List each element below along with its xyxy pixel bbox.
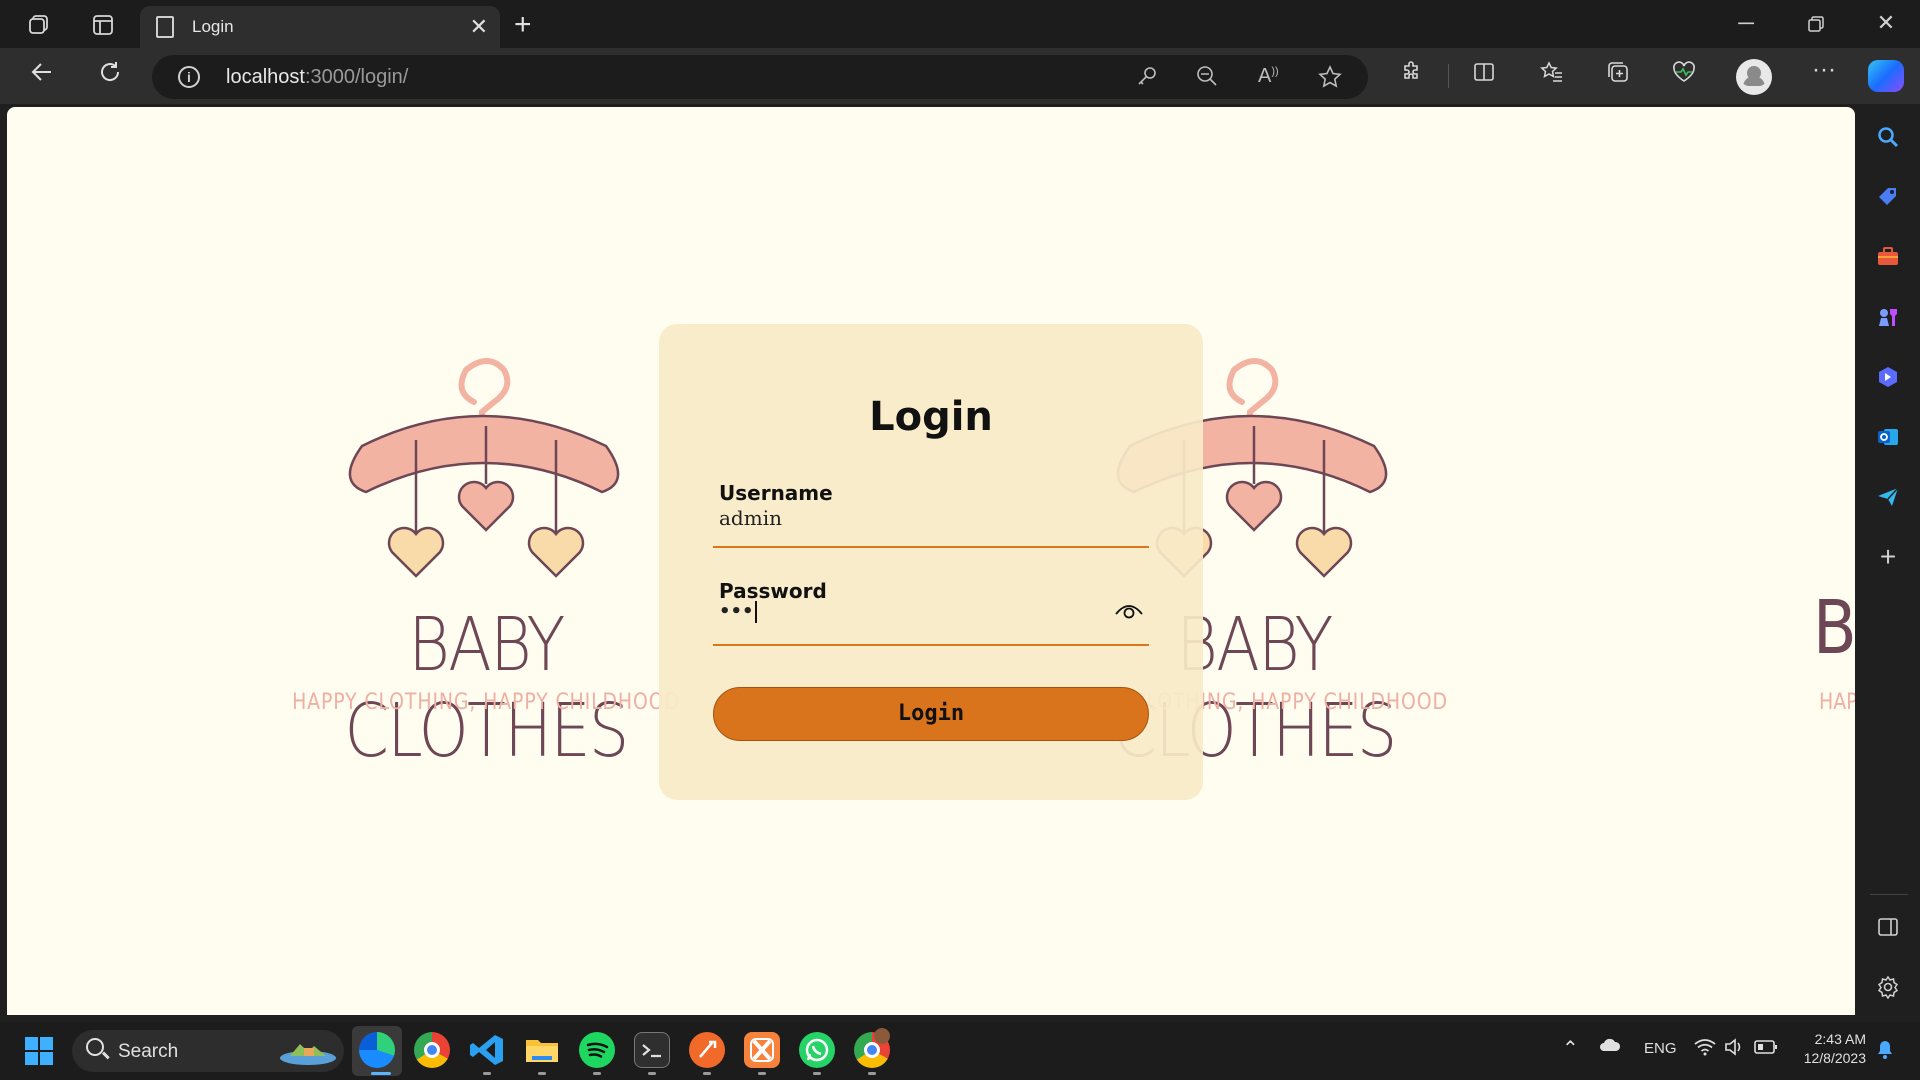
toolbar-divider — [1448, 64, 1449, 88]
password-underline — [713, 644, 1149, 646]
vertical-tabs-icon[interactable] — [90, 12, 116, 38]
workspaces-icon[interactable] — [26, 12, 52, 38]
extensions-icon[interactable] — [1396, 60, 1428, 90]
back-icon[interactable] — [24, 58, 60, 94]
url-text[interactable]: localhost:3000/login/ — [226, 66, 408, 89]
restore-icon[interactable] — [1796, 12, 1836, 38]
search-label: Search — [118, 1041, 179, 1062]
split-screen-icon[interactable] — [1468, 60, 1500, 90]
favorite-star-icon[interactable] — [1318, 65, 1342, 95]
postman-app-icon[interactable] — [689, 1032, 725, 1068]
windows-start-icon[interactable] — [24, 1036, 54, 1071]
username-underline — [713, 546, 1149, 548]
site-info-icon[interactable]: i — [178, 66, 200, 88]
password-input[interactable]: ••• — [719, 601, 757, 623]
collections-icon[interactable] — [1602, 60, 1634, 90]
page-icon — [156, 16, 174, 38]
volume-icon[interactable] — [1724, 1038, 1744, 1060]
close-tab-icon[interactable]: ✕ — [470, 14, 488, 40]
explorer-indicator — [538, 1072, 546, 1075]
close-window-icon[interactable]: ✕ — [1866, 10, 1906, 36]
edge-sidebar: + — [1858, 107, 1920, 1015]
vscode-app-icon[interactable] — [469, 1032, 505, 1068]
profile-avatar[interactable] — [1736, 59, 1772, 95]
read-aloud-icon[interactable]: A)) — [1258, 65, 1279, 88]
windows-taskbar: Search ⌃ ENG 2:43 AM 12/8/2023 — [0, 1022, 1920, 1080]
password-key-icon[interactable] — [1136, 65, 1158, 93]
language-indicator[interactable]: ENG — [1644, 1040, 1677, 1057]
new-tab-button[interactable]: + — [514, 8, 532, 42]
password-mask: ••• — [719, 601, 754, 622]
tray-overflow-icon[interactable]: ⌃ — [1562, 1036, 1579, 1061]
settings-gear-icon[interactable] — [1872, 971, 1904, 1003]
minimize-icon[interactable]: ─ — [1726, 10, 1766, 36]
browser-toolbar: i localhost:3000/login/ A)) ··· — [0, 48, 1920, 104]
zoom-out-icon[interactable] — [1196, 65, 1218, 93]
copilot-sidebar-icon[interactable] — [1872, 361, 1904, 393]
login-card: Login Username admin Password ••• Login — [659, 324, 1203, 800]
chrome-profile-app-icon[interactable] — [854, 1028, 890, 1068]
terminal-app-icon[interactable] — [634, 1032, 670, 1068]
onedrive-icon[interactable] — [1598, 1037, 1622, 1057]
username-input[interactable]: admin — [719, 506, 782, 530]
clock-time: 2:43 AM — [1814, 1031, 1866, 1047]
brand-tagline: HAPPY CLOTHING, HAPPY CHILDHOOD — [292, 690, 680, 715]
whatsapp-app-icon[interactable] — [799, 1032, 835, 1068]
sidebar-divider — [1870, 894, 1908, 895]
refresh-icon[interactable] — [92, 58, 128, 94]
page-viewport: BABY CLOTHES HAPPY CLOTHING, HAPPY CHILD… — [7, 107, 1855, 1015]
username-label: Username — [719, 481, 833, 505]
edge-active-indicator — [371, 1072, 391, 1075]
battery-icon[interactable] — [1754, 1039, 1778, 1059]
edge-app-icon[interactable] — [359, 1032, 395, 1068]
url-host: localhost — [226, 66, 305, 88]
show-password-icon[interactable] — [1114, 600, 1144, 620]
hide-sidebar-icon[interactable] — [1872, 911, 1904, 943]
search-glass-icon — [86, 1038, 104, 1056]
tab-title: Login — [192, 17, 234, 36]
text-cursor — [754, 601, 757, 623]
wifi-icon[interactable] — [1694, 1038, 1716, 1060]
postman-indicator — [703, 1072, 711, 1075]
xampp-indicator — [758, 1072, 766, 1075]
more-menu-icon[interactable]: ··· — [1808, 56, 1840, 84]
active-tab[interactable]: Login ✕ — [140, 6, 500, 48]
url-path: :3000/login/ — [304, 66, 409, 88]
favorites-icon[interactable] — [1536, 60, 1568, 90]
terminal-indicator — [648, 1072, 656, 1075]
send-icon[interactable] — [1872, 481, 1904, 513]
search-highlight-image — [280, 1044, 336, 1065]
brand-name: BABY CLOTHES — [344, 602, 629, 774]
hanger-mobile-illustration — [348, 358, 620, 578]
browser-essentials-icon[interactable] — [1668, 60, 1700, 90]
clock-date: 12/8/2023 — [1803, 1050, 1866, 1066]
taskbar-search[interactable]: Search — [72, 1030, 344, 1072]
tools-briefcase-icon[interactable] — [1872, 241, 1904, 273]
xampp-app-icon[interactable] — [744, 1032, 780, 1068]
chrome-app-icon[interactable] — [414, 1032, 450, 1068]
brand-tagline-partial: HAP — [1819, 690, 1855, 715]
outlook-icon[interactable] — [1872, 421, 1904, 453]
brand-name-partial: B — [1813, 585, 1855, 671]
games-chess-icon[interactable] — [1872, 301, 1904, 333]
whatsapp-indicator — [813, 1072, 821, 1075]
copilot-icon[interactable] — [1868, 60, 1904, 92]
login-title: Login — [869, 394, 993, 440]
password-label: Password — [719, 579, 827, 603]
login-button[interactable]: Login — [713, 687, 1149, 741]
spotify-indicator — [593, 1072, 601, 1075]
clock[interactable]: 2:43 AM 12/8/2023 — [1800, 1030, 1866, 1068]
browser-tab-bar: Login ✕ + ─ ✕ — [0, 0, 1920, 48]
search-icon[interactable] — [1872, 121, 1904, 153]
chrome-profile-indicator — [868, 1072, 876, 1075]
add-sidebar-app-icon[interactable]: + — [1872, 541, 1904, 573]
address-bar[interactable]: i localhost:3000/login/ A)) — [152, 55, 1368, 99]
file-explorer-icon[interactable] — [524, 1032, 560, 1068]
notification-bell-icon[interactable] — [1876, 1039, 1894, 1063]
vscode-indicator — [483, 1072, 491, 1075]
shopping-tag-icon[interactable] — [1872, 181, 1904, 213]
brand-logo: BABY CLOTHES HAPPY CLOTHING, HAPPY CHILD… — [256, 352, 716, 774]
spotify-app-icon[interactable] — [579, 1032, 615, 1068]
